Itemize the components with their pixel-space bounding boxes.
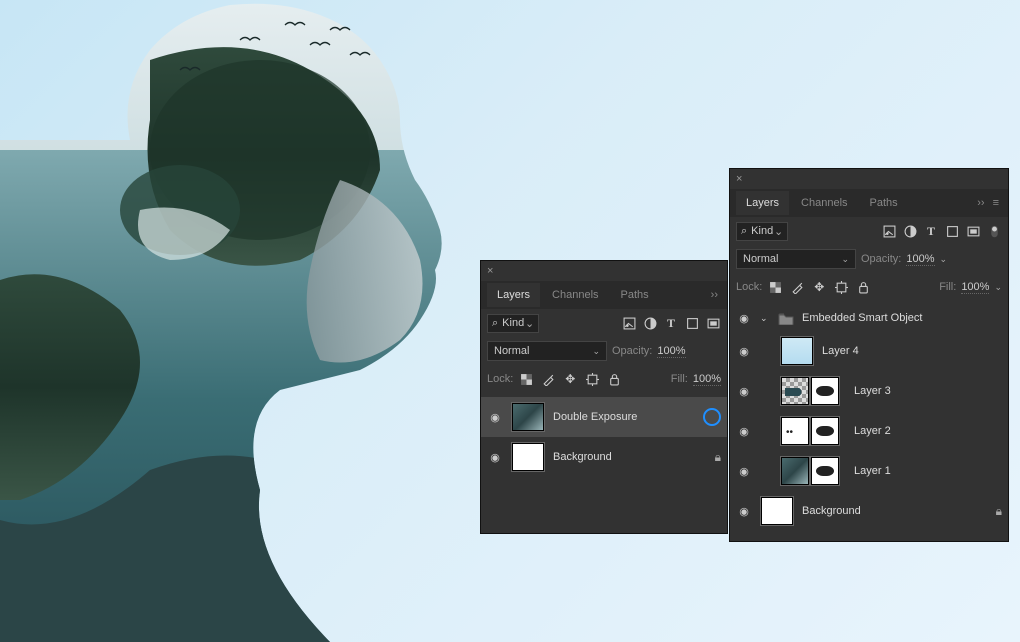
filter-kind-select[interactable]: ⌕ Kind ⌄ [487, 314, 539, 333]
close-icon[interactable]: × [736, 173, 742, 185]
filter-pixel-icon[interactable] [621, 315, 637, 331]
close-icon[interactable]: × [487, 265, 493, 277]
opacity-label: Opacity: [861, 253, 901, 265]
lock-artboard-icon[interactable] [584, 371, 600, 387]
filter-shape-icon[interactable] [944, 223, 960, 239]
visibility-toggle-icon[interactable]: ◉ [736, 312, 752, 325]
tab-paths[interactable]: Paths [611, 283, 659, 307]
visibility-toggle-icon[interactable]: ◉ [736, 345, 752, 358]
panel-tabs: Layers Channels Paths ›› [481, 281, 727, 309]
lock-bar: Lock: ✥ Fill: 100% [481, 365, 727, 393]
layers-panel-right: × Layers Channels Paths ›› ≡ ⌕ Kind ⌄ T … [729, 168, 1009, 542]
chevron-down-icon[interactable]: ⌄ [994, 282, 1002, 293]
lock-artboard-icon[interactable] [833, 279, 849, 295]
canvas-artwork [0, 0, 520, 642]
tab-paths[interactable]: Paths [860, 191, 908, 215]
opacity-value[interactable]: 100% [906, 253, 934, 266]
layer-name[interactable]: Layer 2 [854, 425, 1002, 437]
tab-channels[interactable]: Channels [791, 191, 857, 215]
layer-row[interactable]: ◉ Double Exposure [481, 397, 727, 437]
visibility-toggle-icon[interactable]: ◉ [736, 385, 752, 398]
tab-channels[interactable]: Channels [542, 283, 608, 307]
blend-mode-select[interactable]: Normal ⌄ [736, 249, 856, 269]
lock-move-icon[interactable]: ✥ [811, 279, 827, 295]
tab-layers[interactable]: Layers [487, 283, 540, 307]
visibility-toggle-icon[interactable]: ◉ [736, 425, 752, 438]
chevron-right-icon[interactable]: ›› [974, 197, 987, 209]
layer-row[interactable]: ◉ •• Layer 2 [730, 411, 1008, 451]
layer-name[interactable]: Layer 3 [854, 385, 1002, 397]
layer-row[interactable]: ◉ Layer 1 [730, 451, 1008, 491]
fill-value[interactable]: 100% [693, 373, 721, 386]
blend-bar: Normal ⌄ Opacity: 100% ⌄ [730, 245, 1008, 273]
filter-type-icon[interactable]: T [663, 315, 679, 331]
panel-menu-icon[interactable]: ≡ [990, 197, 1002, 209]
lock-move-icon[interactable]: ✥ [562, 371, 578, 387]
opacity-label: Opacity: [612, 345, 652, 357]
fill-label: Fill: [671, 373, 688, 385]
lock-brush-icon[interactable] [540, 371, 556, 387]
visibility-toggle-icon[interactable]: ◉ [487, 411, 503, 424]
panel-tabs: Layers Channels Paths ›› ≡ [730, 189, 1008, 217]
layer-row[interactable]: ◉ Layer 3 [730, 371, 1008, 411]
lock-all-icon[interactable] [855, 279, 871, 295]
fill-value[interactable]: 100% [961, 281, 989, 294]
visibility-toggle-icon[interactable]: ◉ [487, 451, 503, 464]
chevron-down-icon[interactable]: ⌄ [760, 313, 770, 324]
filter-toggle-icon[interactable] [986, 223, 1002, 239]
filter-type-icon[interactable]: T [923, 223, 939, 239]
filter-shape-icon[interactable] [684, 315, 700, 331]
fill-label: Fill: [939, 281, 956, 293]
chevron-right-icon[interactable]: ›› [708, 289, 721, 301]
tab-layers[interactable]: Layers [736, 191, 789, 215]
search-icon: ⌕ [741, 225, 747, 238]
visibility-toggle-icon[interactable]: ◉ [736, 505, 752, 518]
filter-bar: ⌕ Kind ⌄ T [730, 217, 1008, 245]
layer-row[interactable]: ◉ Layer 4 [730, 331, 1008, 371]
lock-icon[interactable]: 🔒︎ [996, 504, 1002, 519]
filter-kind-label: Kind [751, 225, 773, 237]
filter-kind-select[interactable]: ⌕ Kind ⌄ [736, 222, 788, 241]
lock-pixels-icon[interactable] [767, 279, 783, 295]
layer-group-row[interactable]: ◉ ⌄ Embedded Smart Object [730, 305, 1008, 331]
filter-smart-icon[interactable] [705, 315, 721, 331]
lock-pixels-icon[interactable] [518, 371, 534, 387]
layer-name[interactable]: Layer 1 [854, 465, 1002, 477]
filter-bar: ⌕ Kind ⌄ T [481, 309, 727, 337]
filter-kind-label: Kind [502, 317, 524, 329]
layer-name[interactable]: Layer 4 [822, 345, 1002, 357]
layer-name[interactable]: Double Exposure [553, 411, 695, 423]
blend-mode-label: Normal [494, 345, 529, 357]
layers-list: ◉ ⌄ Embedded Smart Object ◉ Layer 4 ◉ La… [730, 301, 1008, 541]
blend-mode-label: Normal [743, 253, 778, 265]
search-icon: ⌕ [492, 317, 498, 330]
filter-smart-icon[interactable] [965, 223, 981, 239]
lock-icon[interactable]: 🔒︎ [715, 450, 721, 465]
layer-name[interactable]: Background [553, 451, 707, 463]
layer-row[interactable]: ◉ Background 🔒︎ [481, 437, 727, 477]
layers-panel-left: × Layers Channels Paths ›› ⌕ Kind ⌄ T No… [480, 260, 728, 534]
filter-adjust-icon[interactable] [642, 315, 658, 331]
filter-pixel-icon[interactable] [881, 223, 897, 239]
comment-ring-icon[interactable] [703, 408, 721, 426]
panel-titlebar[interactable]: × [730, 169, 1008, 189]
lock-all-icon[interactable] [606, 371, 622, 387]
layer-row[interactable]: ◉ Background 🔒︎ [730, 491, 1008, 531]
panel-titlebar[interactable]: × [481, 261, 727, 281]
lock-label: Lock: [487, 373, 513, 385]
opacity-value[interactable]: 100% [657, 345, 685, 358]
lock-brush-icon[interactable] [789, 279, 805, 295]
filter-adjust-icon[interactable] [902, 223, 918, 239]
folder-icon [778, 312, 794, 325]
blend-bar: Normal ⌄ Opacity: 100% [481, 337, 727, 365]
chevron-down-icon[interactable]: ⌄ [940, 254, 948, 265]
visibility-toggle-icon[interactable]: ◉ [736, 465, 752, 478]
layers-list: ◉ Double Exposure ◉ Background 🔒︎ [481, 393, 727, 533]
layer-group-name[interactable]: Embedded Smart Object [802, 312, 1002, 324]
lock-label: Lock: [736, 281, 762, 293]
layer-name[interactable]: Background [802, 505, 988, 517]
blend-mode-select[interactable]: Normal ⌄ [487, 341, 607, 361]
lock-bar: Lock: ✥ Fill: 100% ⌄ [730, 273, 1008, 301]
